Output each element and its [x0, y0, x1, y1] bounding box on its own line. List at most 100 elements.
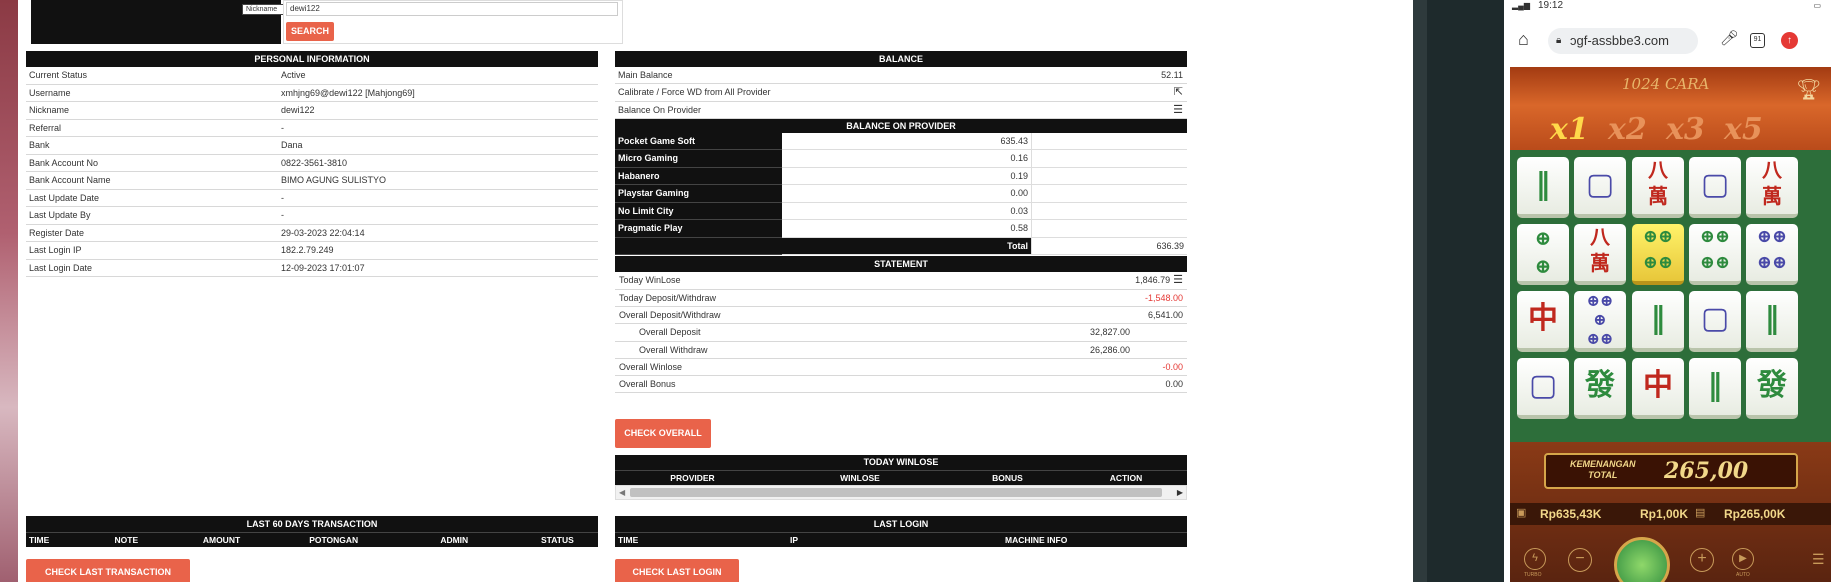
left-edge-background — [0, 0, 18, 582]
row-value: xmhjng69@dewi122 [Mahjong69] — [281, 87, 415, 98]
tile-dots: ⊕⊕ ⊕ ⊕⊕ — [1574, 291, 1626, 352]
plus-button[interactable]: + — [1690, 548, 1714, 572]
tile-dots: ⊕⊕ ⊕⊕ — [1746, 224, 1798, 285]
provider-empty-cell — [1032, 150, 1187, 168]
tile-white-dragon: ▢ — [1574, 157, 1626, 218]
update-icon[interactable]: ↑ — [1781, 32, 1798, 49]
main-balance-row: Main Balance 52.11 — [615, 67, 1187, 85]
last-login-title: LAST LOGIN — [615, 516, 1187, 532]
tile-green-dragon: 發 — [1574, 358, 1626, 419]
overall-deposit-label: Overall Deposit — [639, 327, 701, 338]
url-text: ɔgf-assbbe3.com — [1570, 33, 1669, 48]
microphone-icon[interactable]: 🎤︎ — [1720, 29, 1739, 47]
provider-total-label-cell: Total — [782, 237, 1032, 256]
provider-empty-cell — [1032, 220, 1187, 238]
tile-dots: ⊕⊕ ⊕⊕ — [1689, 224, 1741, 285]
col-machine-info: MACHINE INFO — [1005, 535, 1068, 545]
personal-info-row: Username xmhjng69@dewi122 [Mahjong69] — [26, 85, 598, 102]
search-button[interactable]: SEARCH — [286, 22, 334, 41]
tile-green-dragon: 發 — [1746, 358, 1798, 419]
provider-empty-cell — [1032, 133, 1187, 151]
game-area[interactable]: 1024 CARA 🏆︎ x1 x2 x3 x5 ‖ ▢ 八萬 ▢ 八萬 ⊕ ⊕ … — [1510, 67, 1831, 582]
multiplier-x5: x5 — [1724, 112, 1763, 147]
tile-dots-highlighted: ⊕⊕ ⊕⊕ — [1632, 224, 1684, 285]
overall-bonus-value: 0.00 — [1165, 379, 1183, 390]
tile-bamboo: ‖ — [1689, 358, 1741, 419]
personal-info-row: Bank Dana — [26, 137, 598, 155]
scrollbar-thumb[interactable] — [630, 488, 1162, 497]
today-winlose-row: Today WinLose 1,846.79 ☰ — [615, 272, 1187, 290]
overall-winlose-value: -0.00 — [1162, 361, 1183, 372]
col-ip: IP — [790, 535, 799, 545]
col-note: NOTE — [114, 535, 139, 545]
provider-total-label: Total — [1007, 240, 1028, 251]
personal-info-row: Last Login IP 182.2.79.249 — [26, 242, 598, 260]
external-link-icon[interactable]: ⇱ — [1174, 84, 1183, 100]
list-icon[interactable]: ☰ — [1173, 272, 1183, 288]
overall-bonus-label: Overall Bonus — [619, 379, 676, 390]
bet-amount: Rp1,00K — [1640, 507, 1689, 521]
balance-on-provider-title: BALANCE ON PROVIDER — [615, 118, 1187, 133]
check-overall-button[interactable]: CHECK OVERALL — [615, 419, 711, 448]
total-win-value: 265,00 — [1664, 458, 1749, 484]
trophy-icon[interactable]: 🏆︎ — [1796, 77, 1821, 102]
home-icon[interactable]: ⌂ — [1518, 29, 1529, 50]
col-time: TIME — [29, 535, 50, 545]
check-last-transaction-button[interactable]: CHECK LAST TRANSACTION — [26, 559, 190, 582]
personal-info-row: Last Update By - — [26, 207, 598, 225]
today-deposit-withdraw-value: -1,548.00 — [1144, 292, 1183, 303]
today-winlose-value: 1,846.79 — [1135, 275, 1171, 286]
overall-deposit-value: 32,827.00 — [1089, 327, 1130, 338]
last-60-days-section: LAST 60 DAYS TRANSACTION TIME NOTE AMOUN… — [26, 516, 598, 547]
row-value: Dana — [281, 140, 303, 150]
turbo-button[interactable]: ϟ — [1524, 548, 1546, 570]
calibrate-row: Calibrate / Force WD from All Provider ⇱ — [615, 84, 1187, 102]
col-winlose: WINLOSE — [840, 473, 880, 483]
scroll-left-icon[interactable]: ◀ — [619, 488, 625, 497]
search-input[interactable]: dewi122 — [286, 2, 618, 16]
provider-value: 635.43 — [782, 132, 1032, 151]
scroll-right-icon[interactable]: ▶ — [1177, 488, 1183, 497]
col-admin: ADMIN — [440, 535, 469, 545]
overall-deposit-withdraw-label: Overall Deposit/Withdraw — [619, 309, 721, 320]
personal-info-row: Last Update Date - — [26, 190, 598, 207]
menu-icon[interactable]: ☰ — [1812, 551, 1825, 568]
row-label: Bank Account No — [29, 157, 99, 168]
provider-value: 0.03 — [782, 202, 1032, 221]
check-last-login-button[interactable]: CHECK LAST LOGIN — [615, 559, 739, 582]
tile-white-dragon: ▢ — [1517, 358, 1569, 419]
provider-value: 0.19 — [782, 167, 1032, 186]
row-value: - — [281, 210, 284, 220]
provider-row: No Limit City 0.03 — [615, 202, 1187, 221]
minus-button[interactable]: − — [1568, 548, 1592, 572]
personal-info-title: PERSONAL INFORMATION — [26, 51, 598, 67]
url-bar[interactable]: 🔒︎ ɔgf-assbbe3.com — [1548, 28, 1698, 54]
auto-button[interactable]: ▶ — [1732, 548, 1754, 570]
list-icon[interactable]: ☰ — [1173, 102, 1183, 118]
battery-icon: ▭ — [1813, 1, 1821, 10]
balance-section: BALANCE Main Balance 52.11 Calibrate / F… — [615, 51, 1187, 394]
today-winlose-label: Today WinLose — [619, 275, 681, 286]
balance-on-provider-row: Balance On Provider ☰ — [615, 102, 1187, 119]
personal-info-row: Bank Account Name BIMO AGUNG SULISTYO — [26, 172, 598, 190]
row-label: Referral — [29, 122, 62, 133]
col-amount: AMOUNT — [202, 535, 241, 545]
row-value: 29-03-2023 22:04:14 — [281, 227, 365, 238]
personal-info-row: Bank Account No 0822-3561-3810 — [26, 155, 598, 172]
turbo-label: TURBO — [1524, 572, 1542, 578]
tabs-icon[interactable]: 91 — [1750, 33, 1765, 48]
row-value: - — [281, 122, 284, 133]
tile-red-dragon: 中 — [1517, 291, 1569, 352]
browser-toolbar: ⌂ 🔒︎ ɔgf-assbbe3.com 🎤︎ 91 ↑ — [1504, 24, 1831, 60]
signal-icon: ▂▄▆ — [1512, 1, 1530, 10]
row-value: 182.2.79.249 — [281, 245, 334, 255]
personal-info-row: Referral - — [26, 120, 598, 137]
multiplier-x1: x1 — [1550, 112, 1589, 147]
today-deposit-withdraw-row: Today Deposit/Withdraw -1,548.00 — [615, 290, 1187, 307]
row-label: Bank — [29, 140, 50, 150]
horizontal-scrollbar[interactable]: ◀ ▶ — [615, 485, 1187, 500]
tile-bamboo: ‖ — [1632, 291, 1684, 352]
overall-bonus-row: Overall Bonus 0.00 — [615, 376, 1187, 394]
tile-white-dragon: ▢ — [1689, 157, 1741, 218]
status-bar: ▂▄▆ 19:12 ▭ — [1504, 0, 1831, 14]
